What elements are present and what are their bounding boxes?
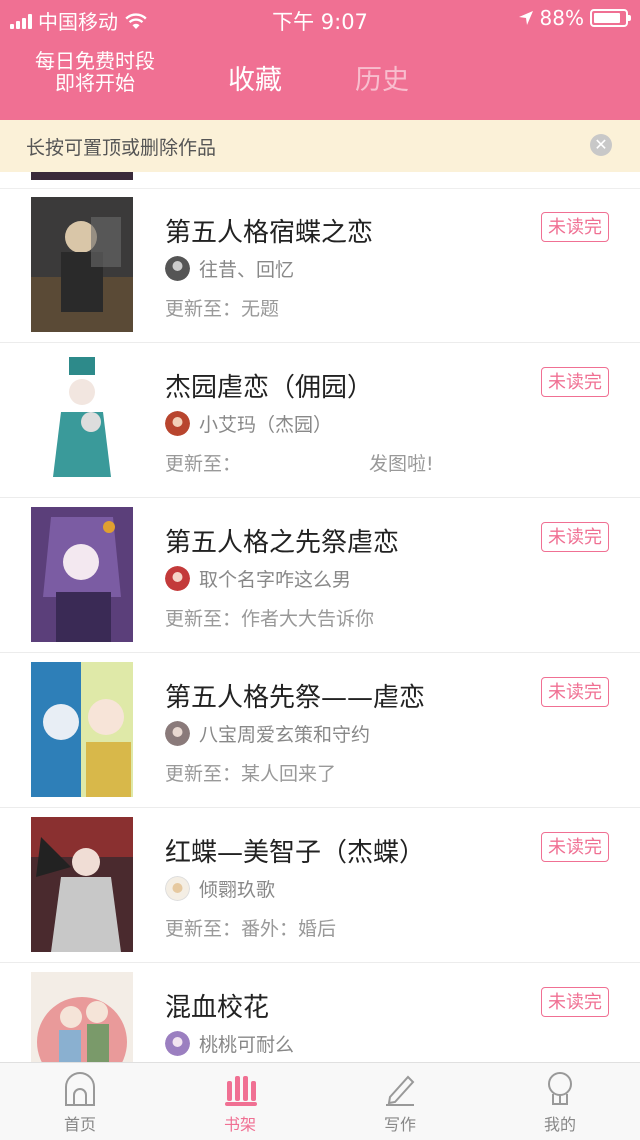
- tab-history[interactable]: 历史: [355, 58, 409, 97]
- promo-line-1: 每日免费时段: [35, 49, 155, 73]
- cover-image: [31, 817, 133, 952]
- battery-percent: 88%: [539, 6, 584, 30]
- update-value: 作者大大告诉你: [241, 608, 375, 630]
- update-info: 更新至： 发图啦!: [165, 449, 434, 476]
- author-name: 倾翾玖歌: [199, 879, 276, 901]
- author-row: 取个名字咋这么男: [165, 565, 351, 592]
- tab-label: 首页: [63, 1115, 96, 1134]
- tab-label: 书架: [223, 1115, 256, 1134]
- battery-icon: [590, 9, 631, 27]
- update-info: 更新至：无题: [165, 294, 279, 321]
- tab-label: 写作: [383, 1115, 416, 1134]
- author-avatar: [165, 721, 190, 746]
- author-name: 八宝周爱玄策和守约: [199, 724, 371, 746]
- cover-image: [31, 972, 133, 1062]
- author-avatar: [165, 256, 190, 281]
- free-period-promo[interactable]: 每日免费时段 即将开始: [20, 50, 170, 94]
- list-item[interactable]: 第五人格之先祭虐恋 取个名字咋这么男 更新至：作者大大告诉你 未读完: [0, 498, 640, 653]
- unread-badge: 未读完: [541, 522, 609, 552]
- list-item[interactable]: 第五人格先祭——虐恋 八宝周爱玄策和守约 更新至：某人回来了 未读完: [0, 653, 640, 808]
- unread-badge: 未读完: [541, 677, 609, 707]
- tab-label: 我的: [543, 1115, 576, 1134]
- tab-favorites[interactable]: 收藏: [228, 58, 282, 97]
- home-icon: [65, 1072, 95, 1106]
- list-item[interactable]: 混血校花 桃桃可耐么 未读完: [0, 963, 640, 1062]
- tab-home[interactable]: 首页: [40, 1071, 120, 1135]
- item-title: 第五人格先祭——虐恋: [165, 683, 426, 713]
- header-bar: 中国移动 下午 9:07 88% 每日免费时段 即将开始 收藏 历史: [0, 0, 640, 120]
- cover-image: [31, 507, 133, 642]
- author-row: 往昔、回忆: [165, 255, 294, 282]
- unread-badge: 未读完: [541, 367, 609, 397]
- author-avatar: [165, 1031, 190, 1056]
- list-item-partial[interactable]: [0, 172, 640, 189]
- update-value: 无题: [241, 298, 280, 320]
- unread-badge: 未读完: [541, 212, 609, 242]
- item-title: 第五人格之先祭虐恋: [165, 528, 400, 558]
- update-value: 某人回来了: [241, 763, 337, 785]
- item-title: 红蝶—美智子（杰蝶）: [165, 838, 426, 868]
- update-label: 更新至：: [165, 298, 242, 320]
- tab-write[interactable]: 写作: [360, 1071, 440, 1135]
- author-row: 小艾玛（杰园）: [165, 410, 332, 437]
- list-item[interactable]: 杰园虐恋（佣园） 小艾玛（杰园） 更新至： 发图啦! 未读完: [0, 343, 640, 498]
- cover-image: [31, 172, 133, 180]
- author-name: 小艾玛（杰园）: [199, 414, 333, 436]
- author-avatar: [165, 876, 190, 901]
- author-row: 八宝周爱玄策和守约: [165, 720, 370, 747]
- author-row: 桃桃可耐么: [165, 1030, 294, 1057]
- tab-profile[interactable]: 我的: [520, 1071, 600, 1135]
- item-title: 混血校花: [165, 993, 270, 1023]
- update-info: 更新至：某人回来了: [165, 759, 336, 786]
- unread-badge: 未读完: [541, 832, 609, 862]
- cover-image: [31, 662, 133, 797]
- tab-bookshelf[interactable]: 书架: [200, 1071, 280, 1135]
- author-name: 往昔、回忆: [199, 259, 295, 281]
- update-info: 更新至：作者大大告诉你: [165, 604, 374, 631]
- update-value: 番外：婚后: [241, 918, 337, 940]
- item-title: 杰园虐恋（佣园）: [165, 373, 374, 403]
- bookshelf-list: 第五人格宿蝶之恋 往昔、回忆 更新至：无题 未读完 杰园虐恋（佣园） 小艾玛（杰…: [0, 172, 640, 1062]
- update-value: 发图啦!: [369, 453, 434, 475]
- profile-icon: [548, 1072, 572, 1105]
- list-item[interactable]: 第五人格宿蝶之恋 往昔、回忆 更新至：无题 未读完: [0, 188, 640, 343]
- item-title: 第五人格宿蝶之恋: [165, 218, 374, 248]
- close-icon[interactable]: ✕: [590, 134, 612, 156]
- author-name: 取个名字咋这么男: [199, 569, 352, 591]
- author-row: 倾翾玖歌: [165, 875, 275, 902]
- update-label: 更新至：: [165, 763, 242, 785]
- author-name: 桃桃可耐么: [199, 1034, 295, 1056]
- pencil-icon: [386, 1075, 415, 1106]
- notice-text: 长按可置顶或删除作品: [26, 137, 217, 159]
- update-label: 更新至：: [165, 608, 242, 630]
- notice-banner: 长按可置顶或删除作品 ✕: [0, 120, 640, 172]
- unread-badge: 未读完: [541, 987, 609, 1017]
- cover-image: [31, 352, 133, 487]
- status-bar: 中国移动 下午 9:07 88%: [0, 0, 640, 36]
- promo-line-2: 即将开始: [55, 71, 135, 95]
- update-label: 更新至：: [165, 453, 242, 475]
- bookshelf-icon: [225, 1076, 257, 1106]
- update-info: 更新至：番外：婚后: [165, 914, 336, 941]
- bottom-tab-bar: 首页 书架 写作 我的: [0, 1062, 640, 1140]
- list-item[interactable]: 红蝶—美智子（杰蝶） 倾翾玖歌 更新至：番外：婚后 未读完: [0, 808, 640, 963]
- cover-image: [31, 197, 133, 332]
- author-avatar: [165, 566, 190, 591]
- location-icon: [518, 11, 533, 25]
- author-avatar: [165, 411, 190, 436]
- update-label: 更新至：: [165, 918, 242, 940]
